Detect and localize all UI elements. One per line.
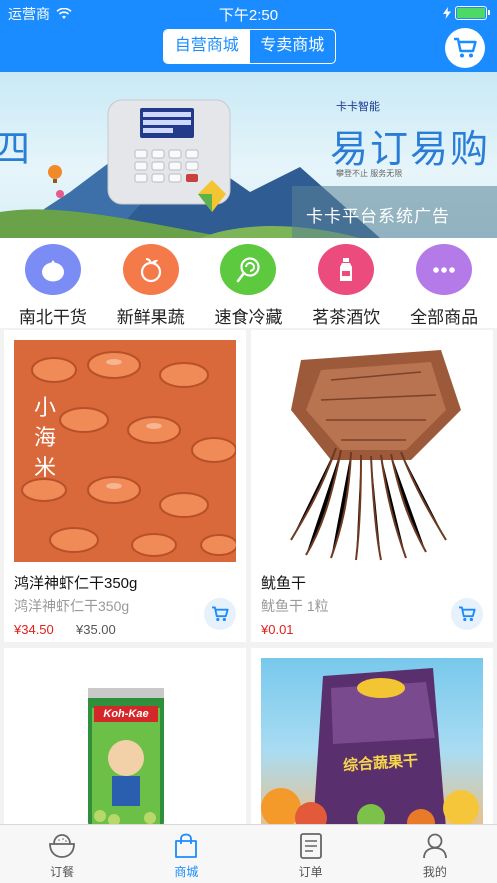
category-icon-bg (24, 244, 81, 295)
product-image-text: Koh-Kae (94, 706, 158, 722)
mixed-fruit-bag-image (261, 668, 479, 828)
product-image[interactable]: 综合蔬果干 (261, 658, 483, 828)
more-icon (433, 266, 455, 273)
product-card[interactable]: 鱿鱼干 鱿鱼干 1粒 ¥0.01 (251, 330, 493, 642)
banner-left-fragment: 四 (0, 129, 31, 171)
tab-label: 订餐 (50, 865, 75, 879)
bottle-icon (340, 257, 353, 281)
category-label: 新鲜果蔬 (116, 308, 185, 327)
ad-banner[interactable]: 四 卡卡智能 易订易购 攀登不止 服务无限 卡卡平台系统广告 (0, 72, 497, 238)
tab-label: 我的 (422, 865, 447, 879)
tab-label: 商城 (174, 865, 199, 879)
category-label: 速食冷藏 (214, 308, 283, 327)
category-label: 全部商品 (410, 308, 479, 327)
tomato-icon (41, 259, 64, 281)
tab-profile[interactable]: 我的 (373, 825, 497, 883)
product-name: 鸿洋神虾仁干350g (14, 575, 138, 592)
store-segmented-control: 自营商城 专卖商城 (163, 29, 336, 64)
add-to-cart-button[interactable] (451, 598, 483, 630)
category-icon-bg (416, 244, 473, 295)
cart-icon (459, 606, 476, 622)
category-frozen-food[interactable]: 速食冷藏 (200, 238, 296, 328)
category-label: 南北干货 (18, 308, 87, 327)
product-price: ¥0.01 (261, 622, 294, 637)
order-list-icon (299, 833, 322, 859)
tab-order-food[interactable]: 订餐 (0, 825, 124, 883)
person-icon (422, 833, 447, 859)
tab-mall[interactable]: 商城 (124, 825, 248, 883)
add-to-cart-button[interactable] (204, 598, 236, 630)
category-tea-drinks[interactable]: 茗茶酒饮 (298, 238, 394, 328)
product-price: ¥34.50 (14, 622, 54, 637)
category-row: 南北干货 新鲜果蔬 速食冷藏 茗茶酒饮 全部商品 (0, 238, 497, 328)
banner-slogan: 易订易购 (330, 129, 491, 171)
category-fresh-produce[interactable]: 新鲜果蔬 (103, 238, 199, 328)
product-image[interactable]: 小海米 (14, 340, 236, 562)
product-card[interactable]: Koh-Kae (4, 648, 246, 828)
tab-label: 订单 (298, 865, 323, 879)
banner-brand: 卡卡智能 (336, 101, 380, 113)
tab-orders[interactable]: 订单 (249, 825, 373, 883)
bowl-icon (49, 834, 76, 858)
product-image[interactable]: Koh-Kae (14, 658, 236, 828)
banner-caption-bar: 卡卡平台系统广告 (292, 186, 497, 238)
status-bar: 运营商 下午2:50 (0, 0, 497, 26)
shopping-bag-icon (175, 833, 198, 858)
banner-caption: 卡卡平台系统广告 (306, 207, 450, 226)
category-dried-goods[interactable]: 南北干货 (5, 238, 101, 328)
category-icon-bg (122, 244, 179, 295)
battery-icon (455, 6, 490, 20)
fruit-icon (140, 257, 161, 282)
product-card[interactable]: 综合蔬果干 (251, 648, 493, 828)
product-subtitle: 鸿洋神虾仁干350g (14, 598, 130, 614)
product-image[interactable] (261, 340, 483, 562)
dried-squid-image (261, 340, 483, 562)
category-all-products[interactable]: 全部商品 (396, 238, 492, 328)
cart-icon (454, 37, 477, 58)
status-time: 下午2:50 (218, 7, 279, 24)
banner-slogan-sub: 攀登不止 服务无限 (336, 169, 403, 178)
lollipop-icon (237, 256, 261, 282)
bottom-tab-bar: 订餐 商城 订单 我的 (0, 824, 497, 883)
category-icon-bg (220, 244, 277, 295)
product-card[interactable]: 小海米 鸿洋神虾仁干350g 鸿洋神虾仁干350g ¥34.50 ¥35.00 (4, 330, 246, 642)
segment-specialty-store[interactable]: 专卖商城 (250, 30, 336, 63)
category-label: 茗茶酒饮 (312, 308, 381, 327)
product-original-price: ¥35.00 (76, 622, 116, 637)
category-icon-bg (318, 244, 375, 295)
peanut-can-image (14, 658, 236, 828)
charging-icon (443, 7, 451, 19)
cart-button[interactable] (445, 28, 485, 68)
product-subtitle: 鱿鱼干 1粒 (261, 598, 329, 614)
nav-bar: 自营商城 专卖商城 (0, 26, 497, 72)
cart-icon (212, 606, 229, 622)
product-image-text: 小海米 (34, 396, 57, 481)
segment-self-store[interactable]: 自营商城 (164, 30, 250, 63)
product-name: 鱿鱼干 (261, 575, 307, 592)
